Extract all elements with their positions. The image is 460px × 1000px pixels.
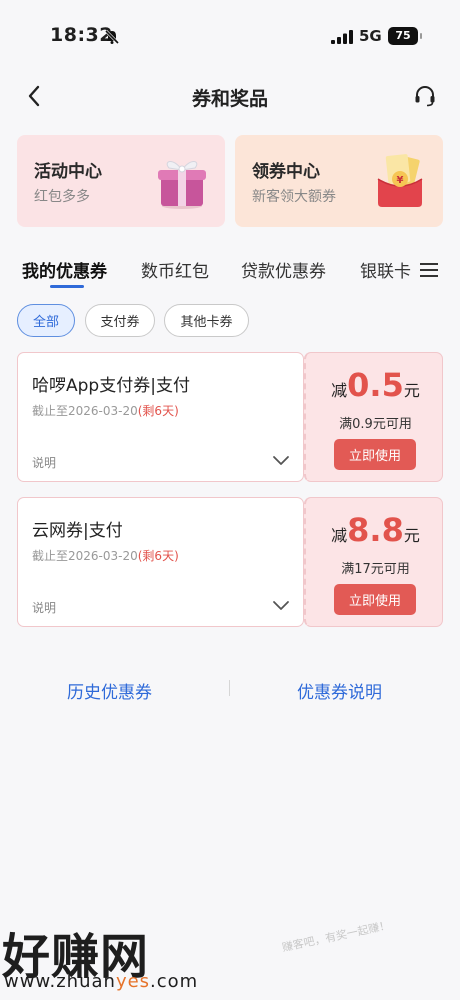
coupon-amount: 减8.8元 (306, 511, 445, 549)
gift-box-icon (158, 161, 206, 209)
watermark-slogan: 赚客吧，有奖一起赚！ (280, 918, 392, 955)
amount-unit: 元 (403, 381, 420, 400)
coupon-center-card[interactable]: 领券中心 新客领大额券 ¥ (235, 135, 443, 227)
history-coupons-link[interactable]: 历史优惠券 (67, 678, 152, 703)
coupon-value-panel: 减8.8元 满17元可用 立即使用 (304, 497, 443, 627)
coupon-description-toggle[interactable]: 说明 (32, 454, 56, 471)
coupon-expiry: 截止至2026-03-20(剩6天) (32, 402, 179, 419)
coupon-name: 哈啰App支付券|支付 (32, 376, 190, 396)
status-bar: 18:32 5G 75 (0, 0, 460, 70)
activity-center-card[interactable]: 活动中心 红包多多 (17, 135, 225, 227)
coupon-condition: 满0.9元可用 (339, 417, 412, 432)
red-envelope-icon: ¥ (377, 154, 423, 207)
filter-chip-all[interactable]: 全部 (17, 304, 75, 337)
coupon-remaining-days: (剩6天) (137, 549, 179, 563)
svg-text:¥: ¥ (397, 175, 404, 186)
nav-bar: 券和奖品 (0, 70, 460, 124)
coupon-expiry-date: 截止至2026-03-20 (32, 404, 138, 418)
coupon-tab-bar: 我的优惠券 数币红包 贷款优惠券 银联卡 (0, 250, 460, 296)
coupon-rules-link[interactable]: 优惠券说明 (297, 678, 382, 703)
coupon-card: 云网券|支付 截止至2026-03-20(剩6天) 说明 减8.8元 满17元可… (17, 497, 443, 627)
coupon-value-panel: 减0.5元 满0.9元可用 立即使用 (304, 352, 443, 482)
active-tab-indicator (50, 285, 84, 288)
coupon-center-subtitle: 新客领大额券 (252, 189, 336, 205)
coupon-card: 哈啰App支付券|支付 截止至2026-03-20(剩6天) 说明 减0.5元 … (17, 352, 443, 482)
bell-muted-icon (104, 29, 120, 45)
watermark-url: www.zhuanyes.com (4, 971, 198, 992)
tab-unionpay-card[interactable]: 银联卡 (360, 257, 411, 282)
customer-service-button[interactable] (409, 80, 441, 112)
watermark-url-start: www.zhuan (4, 971, 116, 992)
coupon-condition: 满17元可用 (341, 562, 410, 577)
amount-prefix: 减 (331, 381, 348, 400)
menu-icon[interactable] (419, 260, 439, 280)
amount-unit: 元 (403, 526, 420, 545)
page-title: 券和奖品 (191, 88, 268, 110)
amount-value: 0.5 (347, 366, 404, 404)
coupon-name: 云网券|支付 (32, 521, 123, 541)
coupon-description-toggle[interactable]: 说明 (32, 599, 56, 616)
coupon-info: 云网券|支付 截止至2026-03-20(剩6天) 说明 (17, 497, 304, 627)
link-divider (229, 680, 230, 696)
coupon-expiry: 截止至2026-03-20(剩6天) (32, 547, 179, 564)
chevron-down-icon[interactable] (272, 600, 290, 612)
coupon-info: 哈啰App支付券|支付 截止至2026-03-20(剩6天) 说明 (17, 352, 304, 482)
tab-loan-coupons[interactable]: 贷款优惠券 (241, 257, 326, 282)
coupon-amount: 减0.5元 (306, 366, 445, 404)
watermark-url-mid: yes (115, 971, 151, 992)
coupon-remaining-days: (剩6天) (137, 404, 179, 418)
use-now-button[interactable]: 立即使用 (334, 584, 416, 615)
amount-prefix: 减 (331, 526, 348, 545)
coupon-expiry-date: 截止至2026-03-20 (32, 549, 138, 563)
filter-chip-payment[interactable]: 支付券 (85, 304, 155, 337)
network-label: 5G (359, 27, 382, 45)
coupon-center-title: 领券中心 (252, 162, 320, 182)
use-now-button[interactable]: 立即使用 (334, 439, 416, 470)
tab-my-coupons[interactable]: 我的优惠券 (22, 257, 107, 282)
signal-icon (331, 30, 353, 44)
chevron-down-icon[interactable] (272, 455, 290, 467)
activity-center-title: 活动中心 (34, 162, 102, 182)
watermark-url-end: .com (150, 971, 199, 992)
tab-digital-red-packets[interactable]: 数币红包 (141, 257, 209, 282)
headset-icon (415, 86, 435, 107)
battery-indicator: 75 (388, 27, 422, 45)
activity-center-subtitle: 红包多多 (34, 189, 90, 205)
watermark: 好赚网 www.zhuanyes.com 赚客吧，有奖一起赚！ (0, 910, 460, 1000)
filter-chip-other-cards[interactable]: 其他卡券 (164, 304, 249, 337)
amount-value: 8.8 (347, 511, 404, 549)
